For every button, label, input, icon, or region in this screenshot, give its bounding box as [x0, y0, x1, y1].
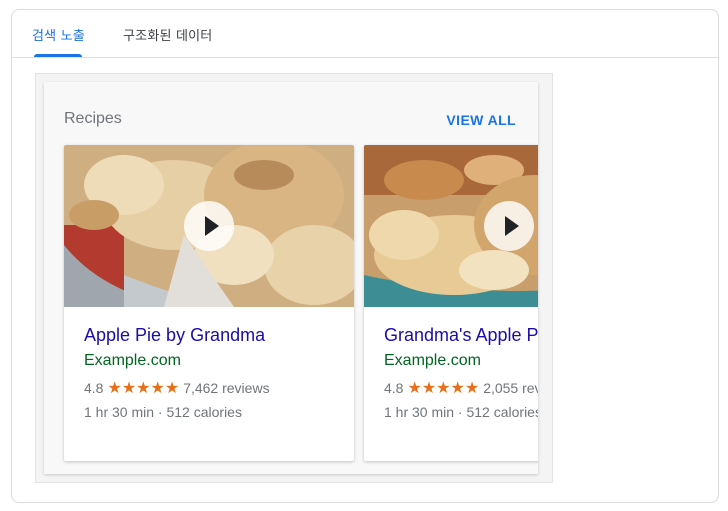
carousel-title: Recipes	[64, 110, 122, 127]
recipe-meta: 1 hr 30 min · 512 calories	[84, 404, 242, 420]
play-icon[interactable]	[184, 201, 234, 251]
rating-value: 4.8	[384, 380, 404, 396]
review-count: 2,055 reviews	[483, 380, 538, 396]
star-icon: ★★★★★	[407, 380, 480, 397]
recipe-thumbnail[interactable]	[364, 145, 538, 307]
recipe-carousel: Recipes VIEW ALL Apple Pie by Grandma Ex…	[44, 82, 538, 474]
review-count: 7,462 reviews	[183, 380, 270, 396]
recipe-rating: 4.8 ★★★★★ 7,462 reviews	[84, 378, 270, 398]
recipe-rating: 4.8★★★★★2,055 reviews	[384, 378, 538, 398]
tab-search-appearance[interactable]: 검색 노출	[32, 25, 85, 44]
recipe-title[interactable]: Apple Pie by Grandma	[84, 325, 265, 346]
recipe-site: Example.com	[384, 352, 481, 369]
recipe-thumbnail[interactable]	[64, 145, 354, 307]
recipe-title[interactable]: Grandma's Apple Pie	[384, 325, 538, 346]
recipe-card[interactable]: Grandma's Apple Pie Example.com 4.8 ★★★★★…	[364, 145, 538, 461]
search-result-preview: Recipes VIEW ALL Apple Pie by Grandma Ex…	[35, 73, 553, 483]
tab-bar: 검색 노출 구조화된 데이터	[12, 10, 718, 58]
rating-value: 4.8	[84, 380, 104, 396]
star-icon: ★★★★★	[107, 380, 180, 397]
rich-results-preview-panel: 검색 노출 구조화된 데이터 Recipes VIEW ALL Apple Pi…	[11, 9, 719, 503]
recipe-card[interactable]: Apple Pie by Grandma Example.com 4.8 ★★★★…	[64, 145, 354, 461]
play-icon[interactable]	[484, 201, 534, 251]
tab-structured-data[interactable]: 구조화된 데이터	[123, 25, 212, 44]
view-all-link[interactable]: VIEW ALL	[446, 112, 516, 128]
active-tab-indicator	[34, 54, 82, 57]
recipe-site: Example.com	[84, 352, 181, 369]
recipe-meta: 1 hr 30 min · 512 calories	[384, 404, 538, 420]
